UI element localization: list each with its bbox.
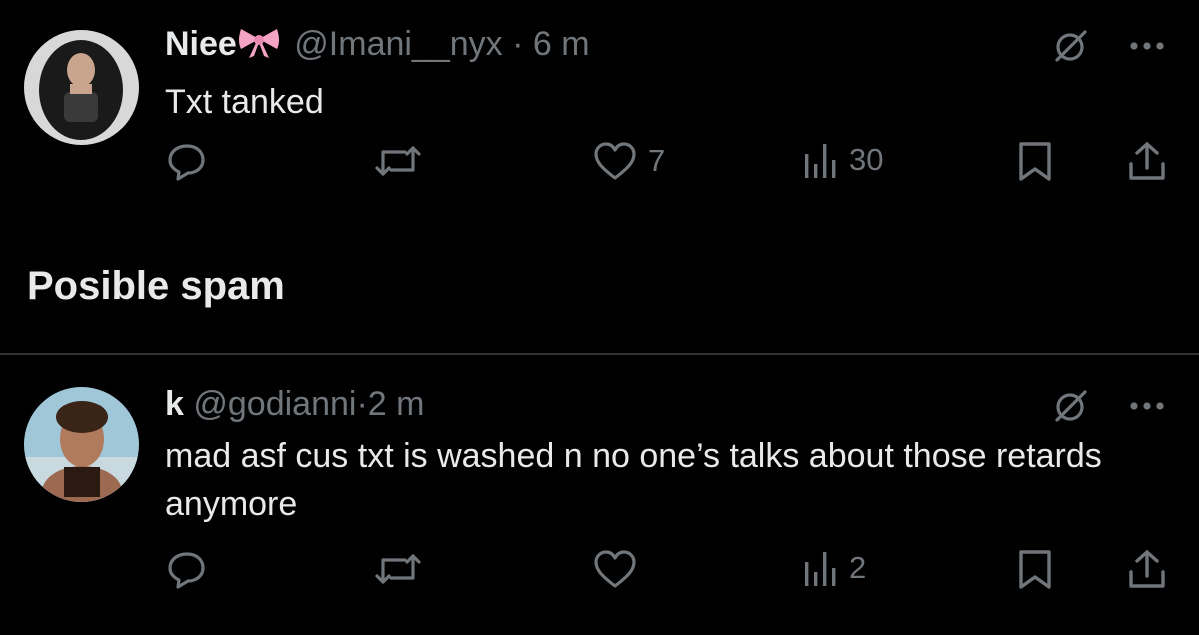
bookmark-icon xyxy=(1016,548,1054,590)
bookmark-button[interactable] xyxy=(1016,548,1054,590)
post-time[interactable]: 2 m xyxy=(368,385,425,423)
repost-button[interactable] xyxy=(373,140,423,182)
post-actions: 2 xyxy=(0,548,1199,598)
share-icon xyxy=(1126,140,1168,182)
repost-icon xyxy=(373,548,423,590)
like-button[interactable] xyxy=(592,548,648,590)
reply-icon xyxy=(166,140,208,182)
user-handle[interactable]: @Imani__nyx xyxy=(294,25,502,63)
views-icon xyxy=(803,548,839,588)
reply-button[interactable] xyxy=(166,548,208,590)
post-header: Niee @Imani__nyx · 6 m xyxy=(165,24,590,68)
reply-button[interactable] xyxy=(166,140,208,182)
repost-icon xyxy=(373,140,423,182)
divider xyxy=(0,353,1199,355)
section-title: Posible spam xyxy=(27,264,285,308)
separator-dot: · xyxy=(356,385,368,423)
separator-dot: · xyxy=(512,25,524,63)
bookmark-button[interactable] xyxy=(1016,140,1054,182)
avatar[interactable] xyxy=(24,387,139,502)
bookmark-icon xyxy=(1016,140,1054,182)
more-icon[interactable] xyxy=(1129,401,1165,411)
post-2[interactable]: k @godianni·2 m mad asf cus txt is washe… xyxy=(0,356,1199,635)
share-button[interactable] xyxy=(1126,548,1168,590)
views-button[interactable]: 2 xyxy=(803,548,866,588)
like-button[interactable]: 7 xyxy=(592,140,665,182)
post-text: Txt tanked xyxy=(165,83,324,121)
views-count: 2 xyxy=(849,550,867,585)
share-button[interactable] xyxy=(1126,140,1168,182)
grok-icon[interactable] xyxy=(1051,386,1091,426)
views-button[interactable]: 30 xyxy=(803,140,883,180)
display-name[interactable]: k xyxy=(165,385,184,423)
post-top-icons xyxy=(1051,26,1165,66)
like-icon xyxy=(592,140,638,182)
views-count: 30 xyxy=(849,142,884,177)
user-handle[interactable]: @godianni xyxy=(193,385,356,423)
post-1[interactable]: Niee @Imani__nyx · 6 m Txt tanked 7 30 xyxy=(0,0,1199,215)
post-header: k @godianni·2 m xyxy=(165,384,424,424)
share-icon xyxy=(1126,548,1168,590)
bow-emoji-icon xyxy=(237,25,281,68)
repost-button[interactable] xyxy=(373,548,423,590)
like-icon xyxy=(592,548,638,590)
views-icon xyxy=(803,140,839,180)
post-actions: 7 30 xyxy=(0,140,1199,190)
display-name[interactable]: Niee xyxy=(165,25,237,63)
like-count: 7 xyxy=(648,143,666,178)
post-text: mad asf cus txt is washed n no one’s tal… xyxy=(165,437,1102,523)
reply-icon xyxy=(166,548,208,590)
avatar[interactable] xyxy=(24,30,139,145)
grok-icon[interactable] xyxy=(1051,26,1091,66)
more-icon[interactable] xyxy=(1129,41,1165,51)
post-time[interactable]: 6 m xyxy=(533,25,590,63)
post-top-icons xyxy=(1051,386,1165,426)
